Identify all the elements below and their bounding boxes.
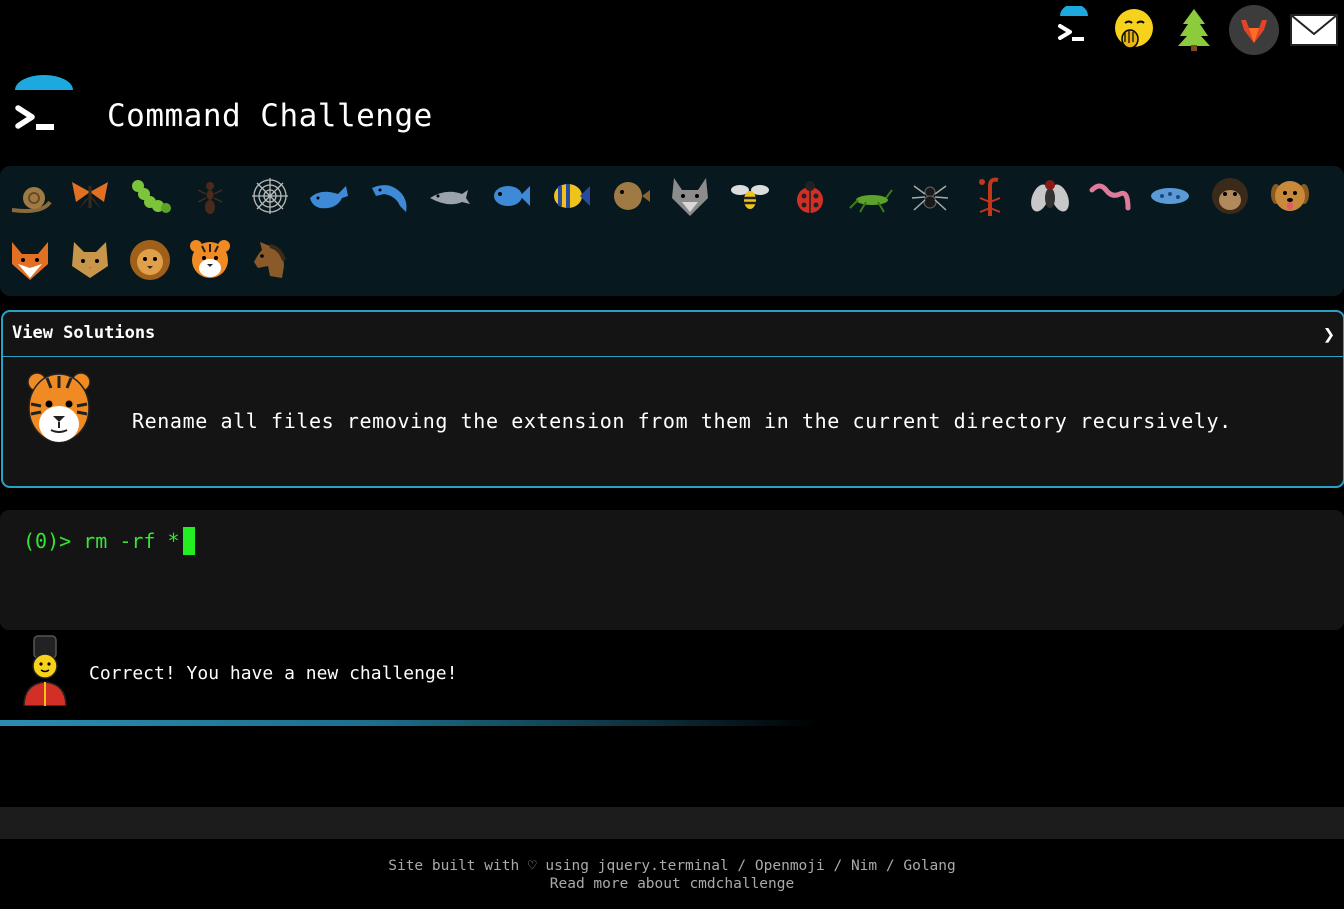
evergreen-tree-icon bbox=[1178, 9, 1210, 51]
challenge-cricket[interactable] bbox=[842, 168, 898, 224]
microbe-icon bbox=[1151, 188, 1189, 204]
progress-bar bbox=[0, 720, 820, 726]
horse-icon bbox=[254, 242, 286, 278]
challenge-fly[interactable] bbox=[1022, 168, 1078, 224]
fox-icon bbox=[12, 242, 48, 280]
lady-beetle-icon bbox=[797, 181, 823, 213]
terminal-icon[interactable] bbox=[12, 74, 76, 140]
footer: Site built with ♡ using jquery.terminal … bbox=[0, 857, 1344, 893]
face-with-hand-over-mouth-icon bbox=[1115, 9, 1153, 49]
challenge-description: Rename all files removing the extension … bbox=[132, 409, 1232, 433]
gitlab-icon bbox=[1229, 5, 1279, 55]
dolphin-icon bbox=[430, 190, 470, 205]
view-solutions-toggle[interactable]: View Solutions ❯ bbox=[3, 312, 1343, 357]
guard-icon bbox=[23, 635, 67, 706]
worm-icon bbox=[1089, 183, 1131, 211]
challenge-lady-beetle[interactable] bbox=[782, 168, 838, 224]
scorpion-icon bbox=[979, 177, 1001, 216]
terminal-cursor bbox=[182, 527, 195, 555]
challenge-dolphin-gray[interactable] bbox=[422, 168, 478, 224]
spider-icon bbox=[911, 185, 949, 211]
challenge-dolphin[interactable] bbox=[362, 168, 418, 224]
challenge-spider-web[interactable] bbox=[242, 168, 298, 224]
spider-web-icon bbox=[252, 178, 288, 214]
challenge-cat[interactable] bbox=[62, 232, 118, 288]
challenge-tiger[interactable] bbox=[182, 232, 238, 288]
whale-icon bbox=[310, 186, 348, 209]
challenge-lion[interactable] bbox=[122, 232, 178, 288]
tiger-icon bbox=[190, 240, 230, 278]
challenge-scorpion[interactable] bbox=[962, 168, 1018, 224]
challenge-butterfly[interactable] bbox=[62, 168, 118, 224]
nav-emoji-button[interactable] bbox=[1104, 4, 1164, 56]
chimpanzee-icon bbox=[1212, 178, 1248, 214]
footer-built-with: Site built with ♡ using bbox=[388, 858, 598, 874]
fly-icon bbox=[1031, 180, 1069, 212]
honeybee-icon bbox=[731, 185, 769, 209]
butterfly-icon bbox=[72, 182, 108, 210]
footer-separator: / bbox=[824, 858, 851, 874]
ant-icon bbox=[197, 182, 223, 214]
cricket-icon bbox=[849, 189, 893, 213]
challenge-microbe[interactable] bbox=[1142, 168, 1198, 224]
footer-band bbox=[0, 807, 1344, 839]
terminal-icon bbox=[1058, 6, 1088, 41]
challenge-wolf[interactable] bbox=[662, 168, 718, 224]
feedback-message: Correct! You have a new challenge! bbox=[89, 663, 458, 684]
link-read-more[interactable]: Read more about cmdchallenge bbox=[550, 876, 794, 892]
nav-tree-button[interactable] bbox=[1164, 4, 1224, 56]
view-solutions-label: View Solutions bbox=[12, 323, 156, 343]
challenge-caterpillar[interactable] bbox=[122, 168, 178, 224]
chevron-right-icon: ❯ bbox=[1322, 322, 1335, 346]
top-nav bbox=[1044, 4, 1344, 56]
challenge-ant[interactable] bbox=[182, 168, 238, 224]
link-openmoji[interactable]: Openmoji bbox=[755, 858, 825, 874]
challenge-panel: View Solutions ❯ Rename all files removi… bbox=[1, 310, 1344, 488]
link-nim[interactable]: Nim bbox=[851, 858, 877, 874]
challenge-blowfish[interactable] bbox=[602, 168, 658, 224]
cat-icon bbox=[72, 242, 108, 278]
challenge-spider[interactable] bbox=[902, 168, 958, 224]
caterpillar-icon bbox=[132, 180, 171, 213]
envelope-icon bbox=[1290, 14, 1338, 46]
challenge-dog[interactable] bbox=[1262, 168, 1318, 224]
challenge-honeybee[interactable] bbox=[722, 168, 778, 224]
terminal-prompt: (0)> bbox=[23, 529, 72, 553]
tiger-face-icon bbox=[27, 372, 91, 443]
challenge-fish[interactable] bbox=[482, 168, 538, 224]
footer-credits: Site built with ♡ using jquery.terminal … bbox=[0, 857, 1344, 875]
dolphin-icon bbox=[372, 185, 407, 212]
tropical-fish-icon bbox=[554, 184, 590, 208]
challenge-list bbox=[0, 166, 1344, 296]
terminal-line: (0)> rm -rf * bbox=[23, 527, 195, 555]
challenge-fox[interactable] bbox=[2, 232, 58, 288]
nav-terminal-button[interactable] bbox=[1044, 4, 1104, 56]
challenge-tropical-fish[interactable] bbox=[542, 168, 598, 224]
footer-separator: / bbox=[728, 858, 755, 874]
link-jquery-terminal[interactable]: jquery.terminal bbox=[598, 858, 729, 874]
lion-icon bbox=[130, 240, 170, 280]
blowfish-icon bbox=[614, 182, 650, 210]
nav-mail-button[interactable] bbox=[1284, 4, 1344, 56]
terminal-input[interactable]: rm -rf * bbox=[71, 529, 179, 553]
footer-separator: / bbox=[877, 858, 904, 874]
challenge-snail[interactable] bbox=[2, 168, 58, 224]
snail-icon bbox=[11, 187, 52, 213]
fish-icon bbox=[494, 186, 530, 206]
challenge-chimpanzee[interactable] bbox=[1202, 168, 1258, 224]
link-golang[interactable]: Golang bbox=[903, 858, 955, 874]
wolf-icon bbox=[672, 178, 708, 216]
header: Command Challenge bbox=[0, 72, 620, 150]
page-title: Command Challenge bbox=[107, 98, 433, 134]
dog-icon bbox=[1271, 181, 1309, 211]
nav-gitlab-button[interactable] bbox=[1224, 4, 1284, 56]
challenge-horse[interactable] bbox=[242, 232, 298, 288]
terminal[interactable]: (0)> rm -rf * bbox=[0, 510, 1344, 630]
challenge-whale[interactable] bbox=[302, 168, 358, 224]
challenge-worm[interactable] bbox=[1082, 168, 1138, 224]
